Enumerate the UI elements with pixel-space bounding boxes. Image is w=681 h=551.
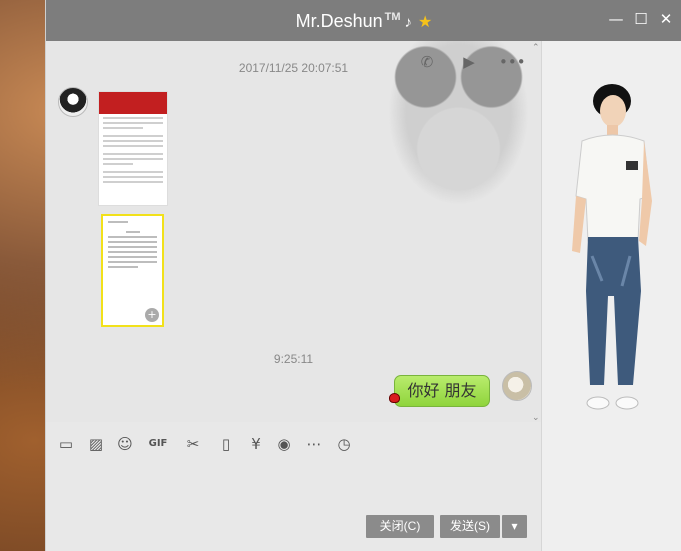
- chat-window: Mr.Deshun TM ♪ ★ — ☐ ✕ ✆ ▶ ••• ⌃ 2017/11/25…: [45, 0, 681, 551]
- zoom-icon[interactable]: +: [145, 308, 159, 322]
- more-tools-icon[interactable]: ⋯: [302, 432, 326, 456]
- history-icon[interactable]: ◷: [332, 432, 356, 456]
- timestamp: 2017/11/25 20:07:51: [238, 61, 349, 75]
- ladybug-icon: [389, 393, 400, 403]
- article-header: [99, 92, 167, 114]
- red-packet-icon[interactable]: ¥: [244, 432, 268, 456]
- my-avatar[interactable]: [502, 371, 532, 401]
- gif-icon[interactable]: GIF: [144, 432, 172, 456]
- title-bar[interactable]: Mr.Deshun TM ♪ ★ — ☐ ✕: [46, 0, 681, 41]
- star-icon: ★: [418, 14, 433, 31]
- contact-name: Mr.Deshun: [295, 11, 383, 31]
- music-note-icon: ♪: [404, 14, 413, 31]
- sent-message-bubble[interactable]: 你好 朋友: [394, 375, 490, 407]
- side-panel: [541, 41, 681, 551]
- close-button[interactable]: 关闭(C): [366, 515, 434, 538]
- emoji-icon[interactable]: ☺: [113, 432, 137, 456]
- character-show-image: [572, 84, 652, 410]
- collapse-corner-icon[interactable]: ⌄: [532, 414, 540, 423]
- send-button[interactable]: 发送(S): [440, 515, 500, 538]
- expand-corner-icon[interactable]: ⌃: [532, 44, 540, 53]
- contact-avatar[interactable]: [58, 87, 88, 117]
- input-toolbar: ▭ ▨ ☺ GIF ✂ ▯ ¥ ◉ ⋯ ◷: [46, 432, 541, 462]
- message-input[interactable]: [46, 462, 541, 507]
- scissors-icon[interactable]: ✂: [181, 432, 205, 456]
- shared-document-image[interactable]: +: [101, 214, 164, 327]
- image-icon[interactable]: ▨: [84, 432, 108, 456]
- message-area[interactable]: ✆ ▶ ••• ⌃ 2017/11/25 20:07:51 + 9:25:11 …: [46, 41, 541, 422]
- shared-article-image[interactable]: [98, 91, 168, 206]
- close-icon[interactable]: ✕: [656, 9, 676, 29]
- minimize-icon[interactable]: —: [606, 9, 626, 29]
- timestamp: 9:25:11: [273, 352, 314, 366]
- tm-badge: TM: [384, 11, 401, 23]
- music-icon[interactable]: ◉: [272, 432, 296, 456]
- send-options-button[interactable]: ▾: [502, 515, 527, 538]
- folder-icon[interactable]: ▭: [54, 432, 78, 456]
- shake-icon[interactable]: ▯: [214, 432, 238, 456]
- window-title: Mr.Deshun TM ♪ ★: [46, 11, 681, 32]
- maximize-icon[interactable]: ☐: [631, 9, 651, 29]
